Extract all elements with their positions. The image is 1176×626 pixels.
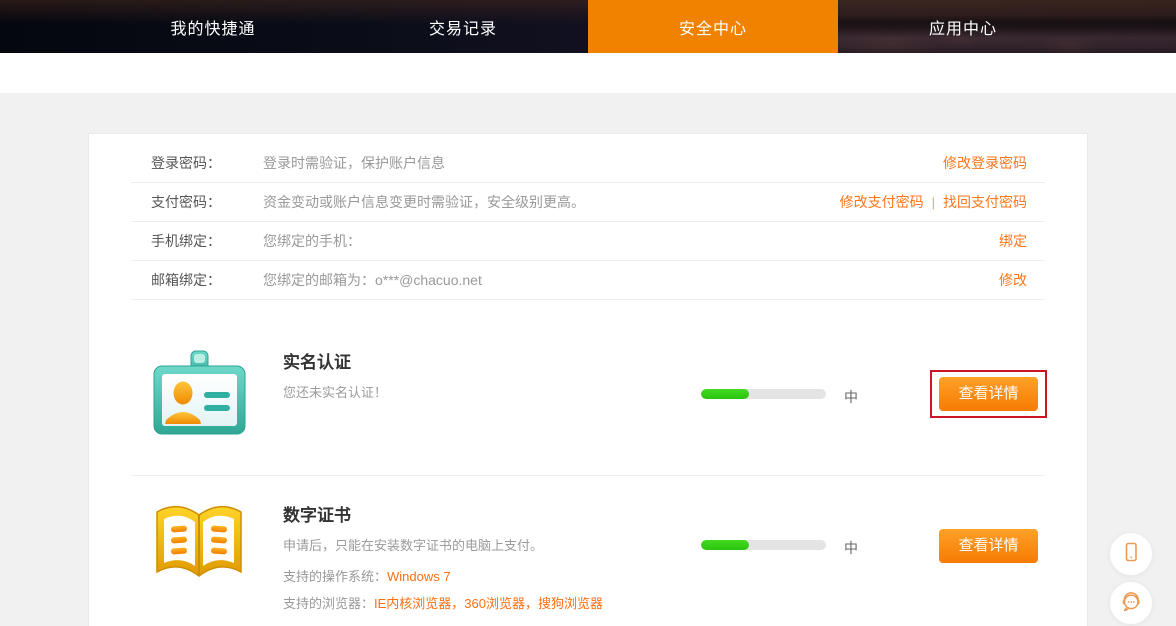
row-description: 您绑定的邮箱为：o***@chacuo.net: [263, 272, 482, 288]
supported-browsers-label: 支持的浏览器：: [283, 596, 375, 611]
top-nav: 我的快捷通 交易记录 安全中心 应用中心: [0, 0, 1176, 53]
row-label: 邮箱绑定：: [151, 272, 221, 288]
supported-os-line: 支持的操作系统：Windows 7: [283, 566, 603, 585]
row-label: 手机绑定：: [151, 233, 221, 249]
row-login-password: 登录密码： 登录时需验证，保护账户信息 修改登录密码: [131, 144, 1045, 183]
row-description: 登录时需验证，保护账户信息: [263, 155, 445, 171]
tab-app-center[interactable]: 应用中心: [838, 0, 1088, 53]
recover-payment-password-link[interactable]: 找回支付密码: [943, 192, 1027, 212]
section-digital-certificate: 数字证书 申请后，只能在安装数字证书的电脑上支付。 支持的操作系统：Window…: [131, 476, 1045, 626]
section-title: 实名认证: [283, 353, 351, 372]
supported-browsers-value: IE内核浏览器，360浏览器，搜狗浏览器: [374, 596, 603, 611]
mobile-app-button[interactable]: [1109, 532, 1153, 576]
supported-os-value: Windows 7: [387, 569, 451, 584]
section-subtitle: 申请后，只能在安装数字证书的电脑上支付。: [283, 538, 544, 553]
row-description: 您绑定的手机：: [263, 233, 361, 249]
customer-service-icon: [1118, 588, 1144, 619]
security-level-label: 中: [844, 389, 858, 405]
row-phone-binding: 手机绑定： 您绑定的手机： 绑定: [131, 222, 1045, 261]
security-level-label: 中: [844, 540, 858, 556]
tab-transaction-records[interactable]: 交易记录: [338, 0, 588, 53]
security-card: 登录密码： 登录时需验证，保护账户信息 修改登录密码 支付密码： 资金变动或账户…: [88, 133, 1088, 626]
mobile-icon: [1119, 540, 1143, 569]
row-email-binding: 邮箱绑定： 您绑定的邮箱为：o***@chacuo.net 修改: [131, 261, 1045, 300]
modify-email-link[interactable]: 修改: [999, 270, 1027, 290]
progressbar-fill: [701, 389, 749, 399]
tab-my-kuaijietong[interactable]: 我的快捷通: [88, 0, 338, 53]
supported-browsers-line: 支持的浏览器：IE内核浏览器，360浏览器，搜狗浏览器: [283, 593, 603, 612]
tab-security-center[interactable]: 安全中心: [588, 0, 838, 53]
row-label: 支付密码：: [151, 194, 221, 210]
security-level-progressbar: [701, 540, 826, 550]
row-payment-password: 支付密码： 资金变动或账户信息变更时需验证，安全级别更高。 修改支付密码 | 找…: [131, 183, 1045, 222]
row-description: 资金变动或账户信息变更时需验证，安全级别更高。: [263, 194, 585, 210]
section-title: 数字证书: [283, 506, 351, 525]
link-separator: |: [931, 194, 935, 210]
modify-login-password-link[interactable]: 修改登录密码: [943, 153, 1027, 173]
row-label: 登录密码：: [151, 155, 221, 171]
subnav-strip: [0, 53, 1176, 93]
book-icon: [151, 498, 247, 591]
page-background: 登录密码： 登录时需验证，保护账户信息 修改登录密码 支付密码： 资金变动或账户…: [0, 93, 1176, 626]
bind-phone-link[interactable]: 绑定: [999, 231, 1027, 251]
view-details-button-certificate[interactable]: 查看详情: [939, 529, 1038, 563]
account-security-rows: 登录密码： 登录时需验证，保护账户信息 修改登录密码 支付密码： 资金变动或账户…: [131, 134, 1045, 300]
supported-os-label: 支持的操作系统：: [283, 569, 388, 584]
modify-payment-password-link[interactable]: 修改支付密码: [840, 192, 924, 212]
progressbar-fill: [701, 540, 749, 550]
customer-service-button[interactable]: [1109, 581, 1153, 625]
top-nav-tabs: 我的快捷通 交易记录 安全中心 应用中心: [88, 0, 1088, 53]
view-details-button-real-name[interactable]: 查看详情: [939, 377, 1038, 411]
section-real-name-auth: 实名认证 您还未实名认证！ 中 查看详情: [131, 300, 1047, 476]
security-level-progressbar: [701, 389, 826, 399]
section-subtitle: 您还未实名认证！: [283, 385, 388, 400]
floating-contact-bar: [1109, 532, 1153, 626]
id-card-icon: [151, 350, 248, 441]
